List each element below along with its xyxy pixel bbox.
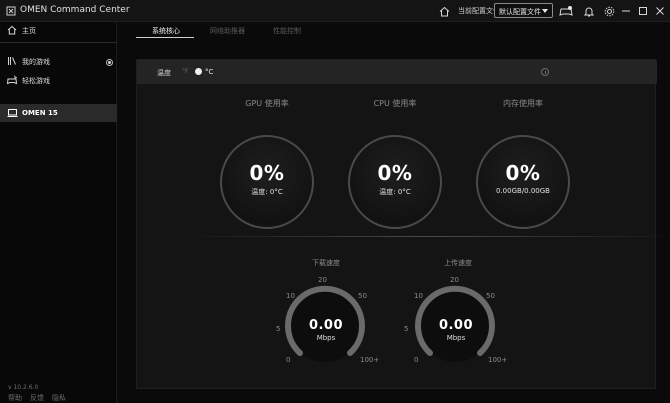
gauge-tick: 20 <box>318 276 327 284</box>
divider <box>0 42 117 43</box>
cpu-usage-ring: 0% 温度: 0°C <box>348 135 442 229</box>
sidebar-item-my-games[interactable]: 我的游戏 <box>0 53 117 69</box>
download-speed-unit: Mbps <box>316 334 336 342</box>
gauge-tick: 5 <box>404 325 409 333</box>
chevron-down-icon <box>542 9 548 13</box>
unit-celsius[interactable]: °C <box>205 68 213 76</box>
gpu-usage-value: 0% <box>249 161 285 185</box>
sidebar: 主页 我的游戏 轻松游戏 OMEN 15 v 10.2.6.0 帮助 反馈 隐私 <box>0 22 117 403</box>
memory-usage-ring: 0% 0.00GB/0.00GB <box>476 135 570 229</box>
profile-select-value: 默认配置文件 <box>499 8 541 16</box>
omen-logo-icon <box>6 6 16 16</box>
tab-system-vitals[interactable]: 系统核心 <box>152 26 180 36</box>
gauge-tick: 20 <box>450 276 459 284</box>
profile-select[interactable]: 默认配置文件 <box>494 3 553 18</box>
library-icon <box>8 57 16 65</box>
system-vitals-panel: 温度 °F °C GPU 使用率 0% 温度: 0°C CPU 使用率 0% 温… <box>136 59 657 389</box>
cpu-temp-value: 温度: 0°C <box>379 188 411 196</box>
minimize-icon[interactable] <box>619 4 633 18</box>
sidebar-item-label: 主页 <box>22 27 36 35</box>
maximize-icon[interactable] <box>636 4 650 18</box>
memory-usage-title: 内存使用率 <box>503 99 543 108</box>
sidebar-item-easy-games[interactable]: 轻松游戏 <box>0 72 117 88</box>
close-icon[interactable] <box>653 4 667 18</box>
sidebar-item-label: 轻松游戏 <box>22 77 50 85</box>
gpu-usage-ring: 0% 温度: 0°C <box>220 135 314 229</box>
footer-links: 帮助 反馈 隐私 <box>8 393 74 403</box>
app-title: OMEN Command Center <box>20 5 130 15</box>
cpu-usage-title: CPU 使用率 <box>373 99 417 108</box>
device-name: OMEN 15 <box>22 109 58 117</box>
active-tab-indicator <box>136 37 194 38</box>
section-divider <box>180 236 670 237</box>
gamepad-icon[interactable] <box>559 4 573 18</box>
gpu-temp-value: 温度: 0°C <box>251 188 283 196</box>
bell-icon[interactable] <box>582 4 596 18</box>
unit-fahrenheit[interactable]: °F <box>182 68 188 75</box>
home-icon[interactable] <box>437 4 451 18</box>
cpu-usage-value: 0% <box>377 161 413 185</box>
upload-speed-title: 上传速度 <box>444 259 472 267</box>
download-speed-title: 下载速度 <box>312 259 340 267</box>
unit-toggle[interactable] <box>195 68 202 75</box>
help-link[interactable]: 帮助 <box>8 394 22 402</box>
memory-amount-value: 0.00GB/0.00GB <box>496 187 550 195</box>
version-text: v 10.2.6.0 <box>8 384 39 391</box>
tab-network-booster[interactable]: 网络助推器 <box>210 26 245 36</box>
panel-header: 温度 °F °C <box>137 60 657 84</box>
gear-icon[interactable] <box>602 4 616 18</box>
selected-radio-icon <box>106 59 113 66</box>
sidebar-item-device[interactable]: OMEN 15 <box>0 104 117 122</box>
gauge-tick: 5 <box>276 325 281 333</box>
info-icon[interactable] <box>541 68 549 76</box>
download-speed-value: 0.00 <box>308 318 344 333</box>
sparkle-gamepad-icon <box>7 75 17 85</box>
upload-speed-unit: Mbps <box>446 334 466 342</box>
privacy-link[interactable]: 隐私 <box>52 394 66 402</box>
memory-usage-value: 0% <box>505 161 541 185</box>
home-icon <box>7 25 17 35</box>
title-bar: OMEN Command Center 当前配置文件 默认配置文件 <box>0 0 670 22</box>
temperature-label: 温度 <box>157 69 171 77</box>
sidebar-item-home[interactable]: 主页 <box>0 22 117 38</box>
laptop-icon <box>7 109 18 117</box>
sidebar-item-label: 我的游戏 <box>22 58 50 66</box>
feedback-link[interactable]: 反馈 <box>30 394 44 402</box>
tab-performance-control[interactable]: 性能控制 <box>273 26 301 36</box>
gpu-usage-title: GPU 使用率 <box>245 99 289 108</box>
upload-speed-value: 0.00 <box>438 318 474 333</box>
